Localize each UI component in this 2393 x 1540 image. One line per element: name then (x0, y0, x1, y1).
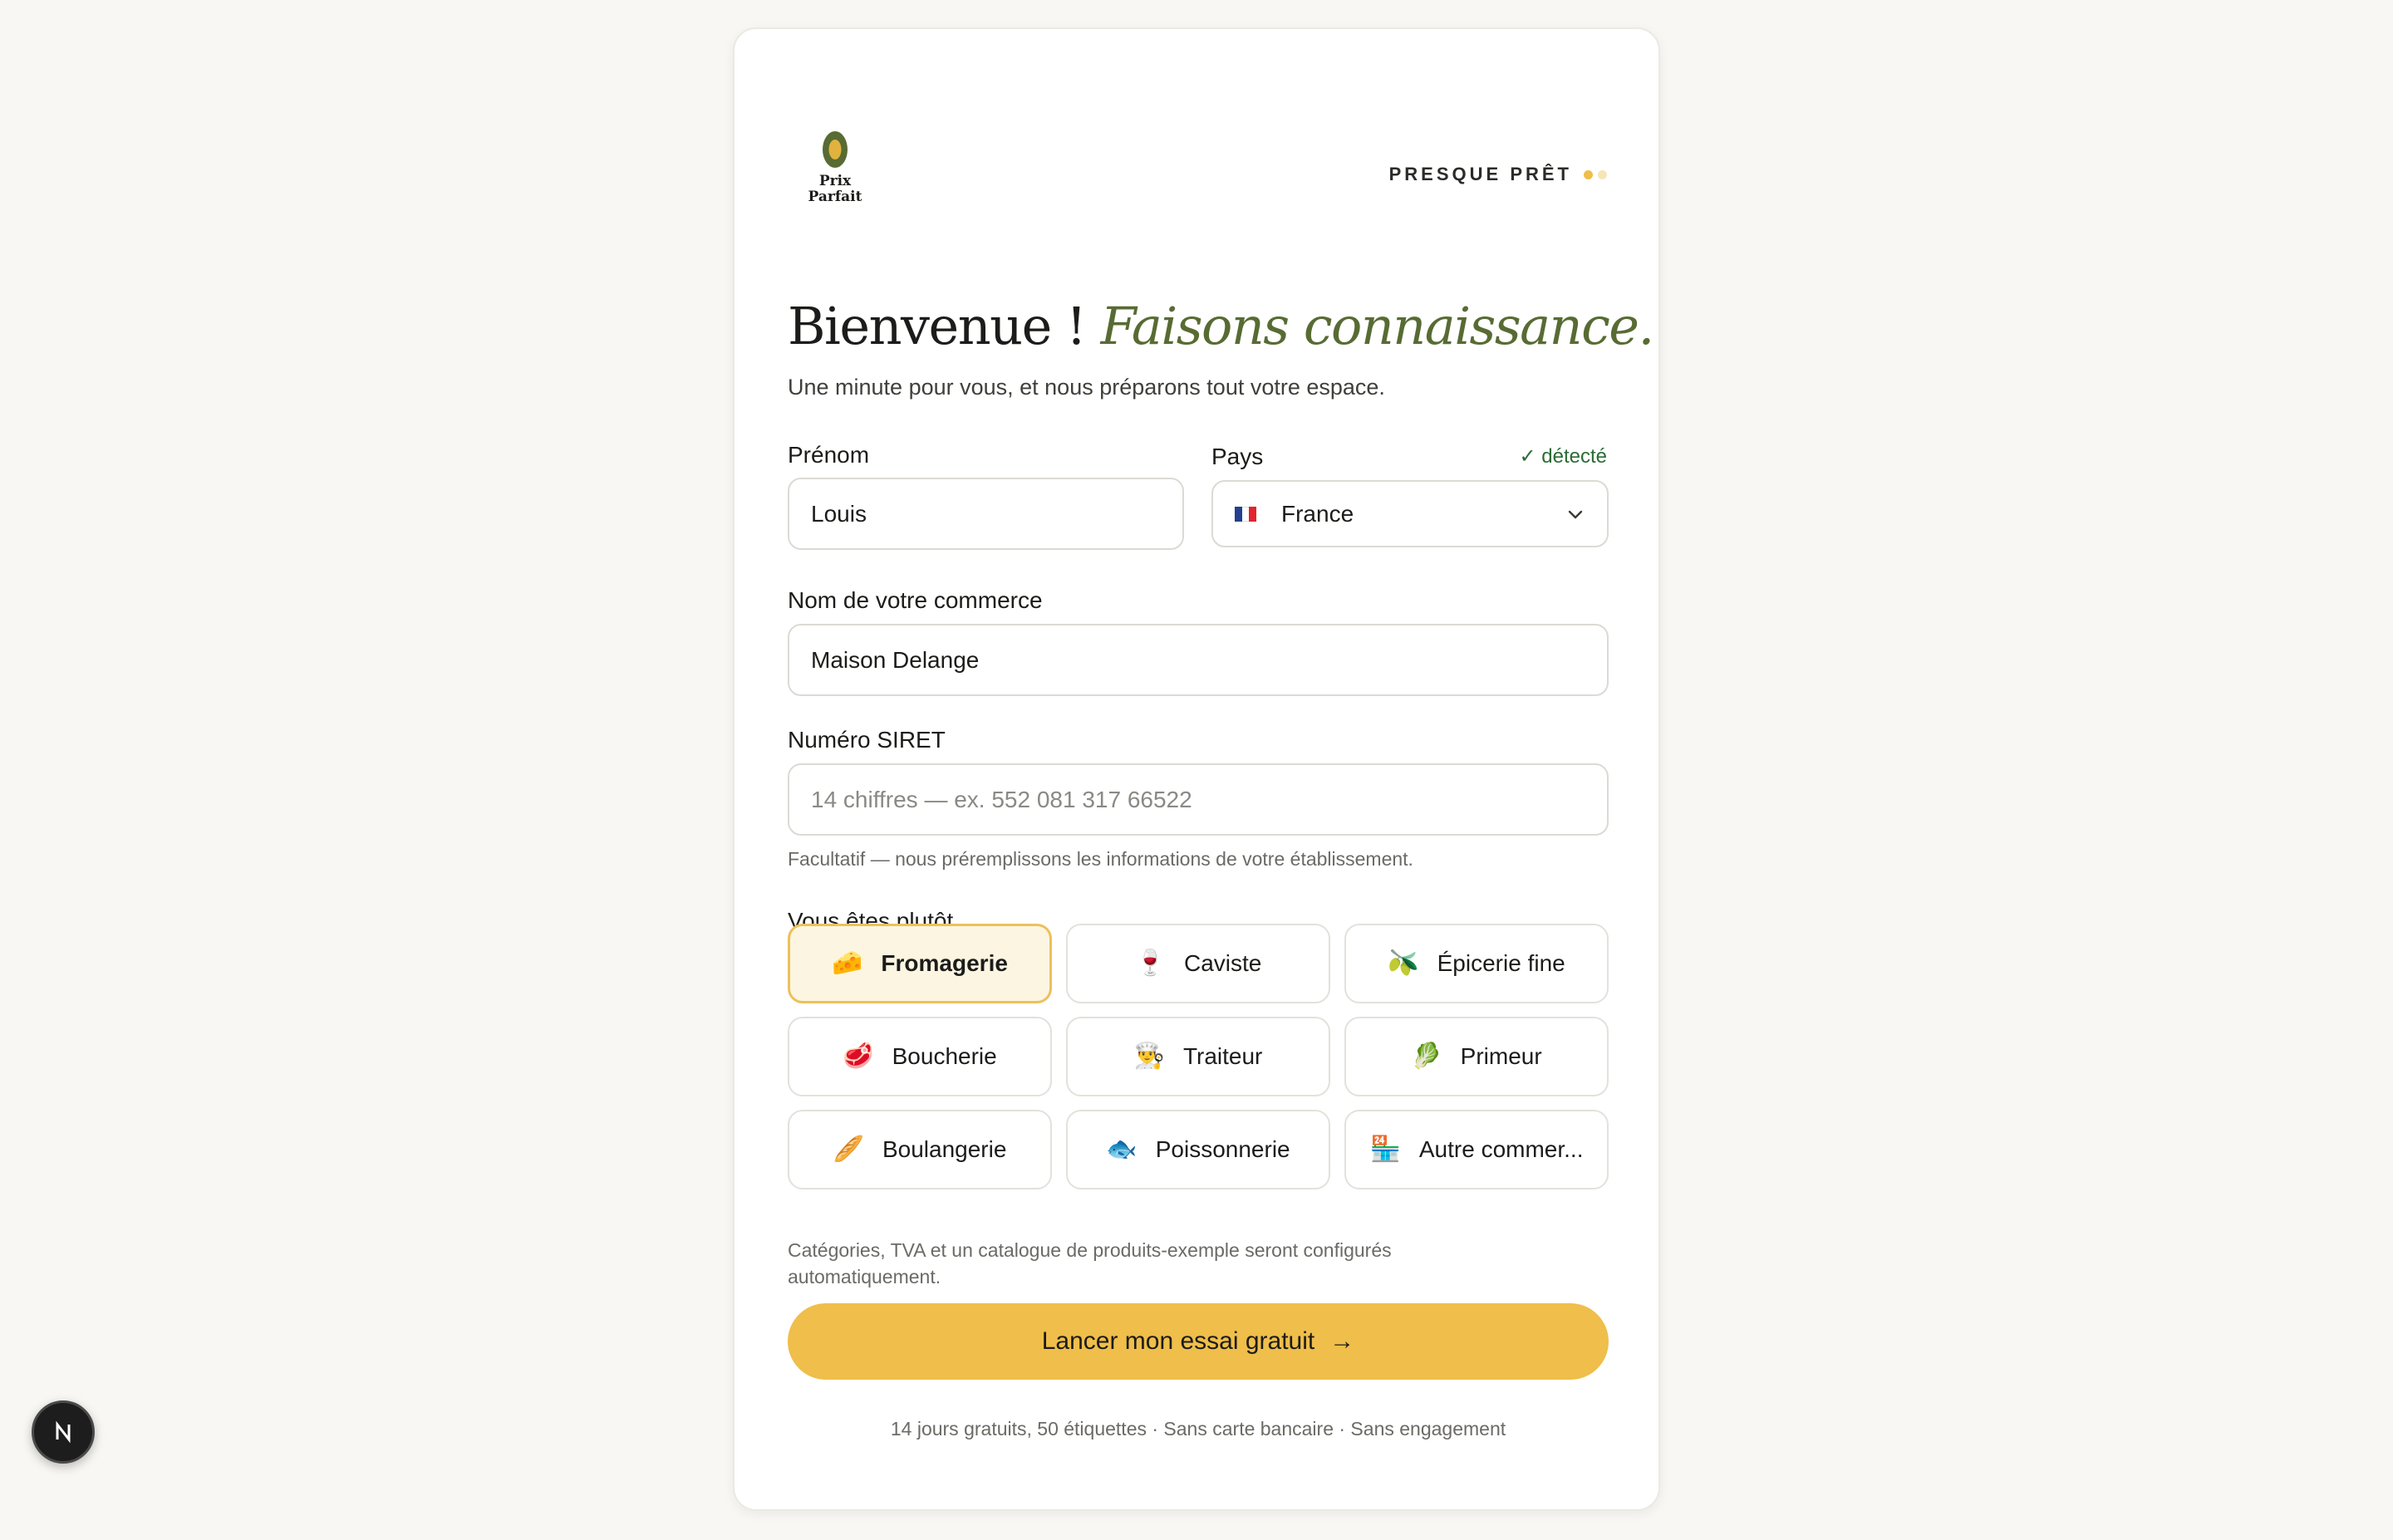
first-name-label: Prénom (788, 442, 870, 468)
business-type-fromagerie[interactable]: 🧀 Fromagerie (788, 924, 1052, 1003)
business-type-option-label: Épicerie fine (1437, 950, 1565, 976)
business-type-traiteur[interactable]: 👨‍🍳 Traiteur (1066, 1017, 1330, 1096)
chevron-down-icon (1568, 510, 1583, 518)
business-type-option-label: Primeur (1460, 1043, 1542, 1069)
next-logo-icon (56, 1420, 71, 1444)
trial-terms: 14 jours gratuits, 50 étiquettes · Sans … (890, 1418, 1506, 1439)
title-plain: Bienvenue ! (788, 296, 1087, 356)
business-type-boulangerie[interactable]: 🥖 Boulangerie (788, 1110, 1052, 1189)
first-name-value: Louis (811, 500, 867, 527)
baguette-icon: 🥖 (833, 1135, 864, 1164)
business-type-boucherie[interactable]: 🥩 Boucherie (788, 1017, 1052, 1096)
progress-dots (1584, 169, 1607, 179)
france-flag-icon (1235, 506, 1257, 522)
store-icon: 🏪 (1369, 1135, 1401, 1164)
business-type-option-label: Poissonnerie (1155, 1136, 1290, 1162)
business-type-poissonnerie[interactable]: 🐟 Poissonnerie (1066, 1110, 1330, 1189)
country-select[interactable]: France (1211, 480, 1609, 547)
business-name-label: Nom de votre commerce (788, 587, 1043, 613)
brand-name-line2: Parfait (808, 189, 862, 205)
business-name-input[interactable]: Maison Delange (788, 624, 1609, 696)
siret-help-text: Facultatif — nous préremplissons les inf… (788, 848, 1413, 870)
fish-icon: 🐟 (1106, 1135, 1138, 1164)
business-name-value: Maison Delange (811, 646, 980, 673)
progress-label: PRESQUE PRÊT (1388, 164, 1572, 184)
arrow-right-icon: → (1329, 1327, 1355, 1355)
siret-input[interactable]: 14 chiffres — ex. 552 081 317 66522 (788, 763, 1609, 836)
business-type-option-label: Traiteur (1182, 1043, 1263, 1069)
meat-icon: 🥩 (843, 1042, 874, 1071)
business-type-help-text: Catégories, TVA et un catalogue de produ… (788, 1239, 1392, 1287)
business-type-caviste[interactable]: 🍷 Caviste (1066, 924, 1330, 1003)
progress-dot-done (1584, 169, 1593, 179)
onboarding-card: Prix Parfait PRESQUE PRÊT Bienvenue ! Fa… (733, 27, 1660, 1511)
start-trial-button[interactable]: Lancer mon essai gratuit → (788, 1303, 1609, 1380)
title-emphasis: Faisons connaissance. (1100, 296, 1655, 356)
country-value: France (1281, 500, 1354, 527)
chef-icon: 👨‍🍳 (1133, 1042, 1165, 1071)
business-type-epicerie-fine[interactable]: 🫒 Épicerie fine (1344, 924, 1609, 1003)
business-type-option-label: Autre commer... (1418, 1136, 1584, 1162)
dev-tools-badge[interactable] (32, 1400, 95, 1464)
page-subtitle: Une minute pour vous, et nous préparons … (788, 375, 1385, 400)
olive-logo-icon (823, 131, 848, 168)
business-type-primeur[interactable]: 🥬 Primeur (1344, 1017, 1609, 1096)
brand-name: Prix Parfait (806, 174, 864, 205)
olive-icon: 🫒 (1388, 949, 1419, 978)
business-type-option-label: Boulangerie (882, 1136, 1007, 1162)
progress-dot-pending (1598, 169, 1607, 179)
leafy-green-icon: 🥬 (1411, 1042, 1442, 1071)
wine-glass-icon: 🍷 (1134, 949, 1166, 978)
business-type-option-label: Caviste (1183, 950, 1262, 976)
brand-logo: Prix Parfait (806, 130, 864, 205)
cheese-icon: 🧀 (832, 949, 863, 978)
siret-placeholder: 14 chiffres — ex. 552 081 317 66522 (811, 786, 1192, 812)
progress-indicator: PRESQUE PRÊT (1389, 164, 1607, 185)
country-detected-badge: ✓ détecté (1519, 445, 1607, 468)
start-trial-label: Lancer mon essai gratuit (1041, 1327, 1315, 1355)
brand-name-line1: Prix (818, 173, 852, 189)
country-label: Pays (1211, 444, 1264, 469)
page-title: Bienvenue ! Faisons connaissance. (788, 293, 1655, 360)
business-type-autre[interactable]: 🏪 Autre commer... (1344, 1110, 1609, 1189)
business-type-option-label: Fromagerie (881, 950, 1008, 976)
siret-label: Numéro SIRET (788, 727, 946, 753)
business-type-option-label: Boucherie (892, 1043, 997, 1069)
first-name-input[interactable]: Louis (788, 478, 1184, 550)
